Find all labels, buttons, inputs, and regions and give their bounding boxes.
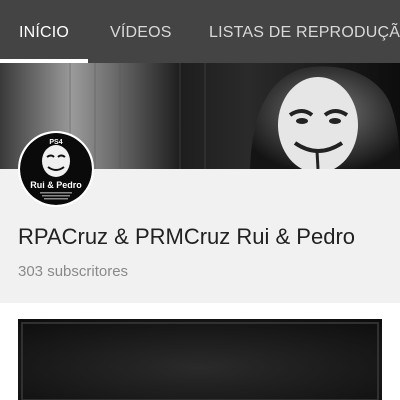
channel-avatar[interactable]: PS4 Rui & Pedro: [18, 131, 94, 207]
featured-video-thumbnail[interactable]: [18, 319, 382, 400]
avatar-badge-text: PS4: [49, 139, 62, 146]
tab-videos[interactable]: VÍDEOS: [110, 0, 172, 59]
avatar-image: PS4 Rui & Pedro: [20, 133, 92, 205]
channel-tab-bar: INÍCIO VÍDEOS LISTAS DE REPRODUÇÃO: [0, 0, 400, 63]
tab-inicio[interactable]: INÍCIO: [0, 0, 88, 59]
tab-listas-de-reproducao[interactable]: LISTAS DE REPRODUÇÃO: [209, 0, 400, 59]
channel-name: RPACruz & PRMCruz Rui & Pedro: [18, 224, 356, 249]
avatar-name-text: Rui & Pedro: [30, 180, 82, 190]
thumbnail-image: [18, 319, 382, 400]
subscriber-count: 303 subscritores: [18, 263, 129, 280]
